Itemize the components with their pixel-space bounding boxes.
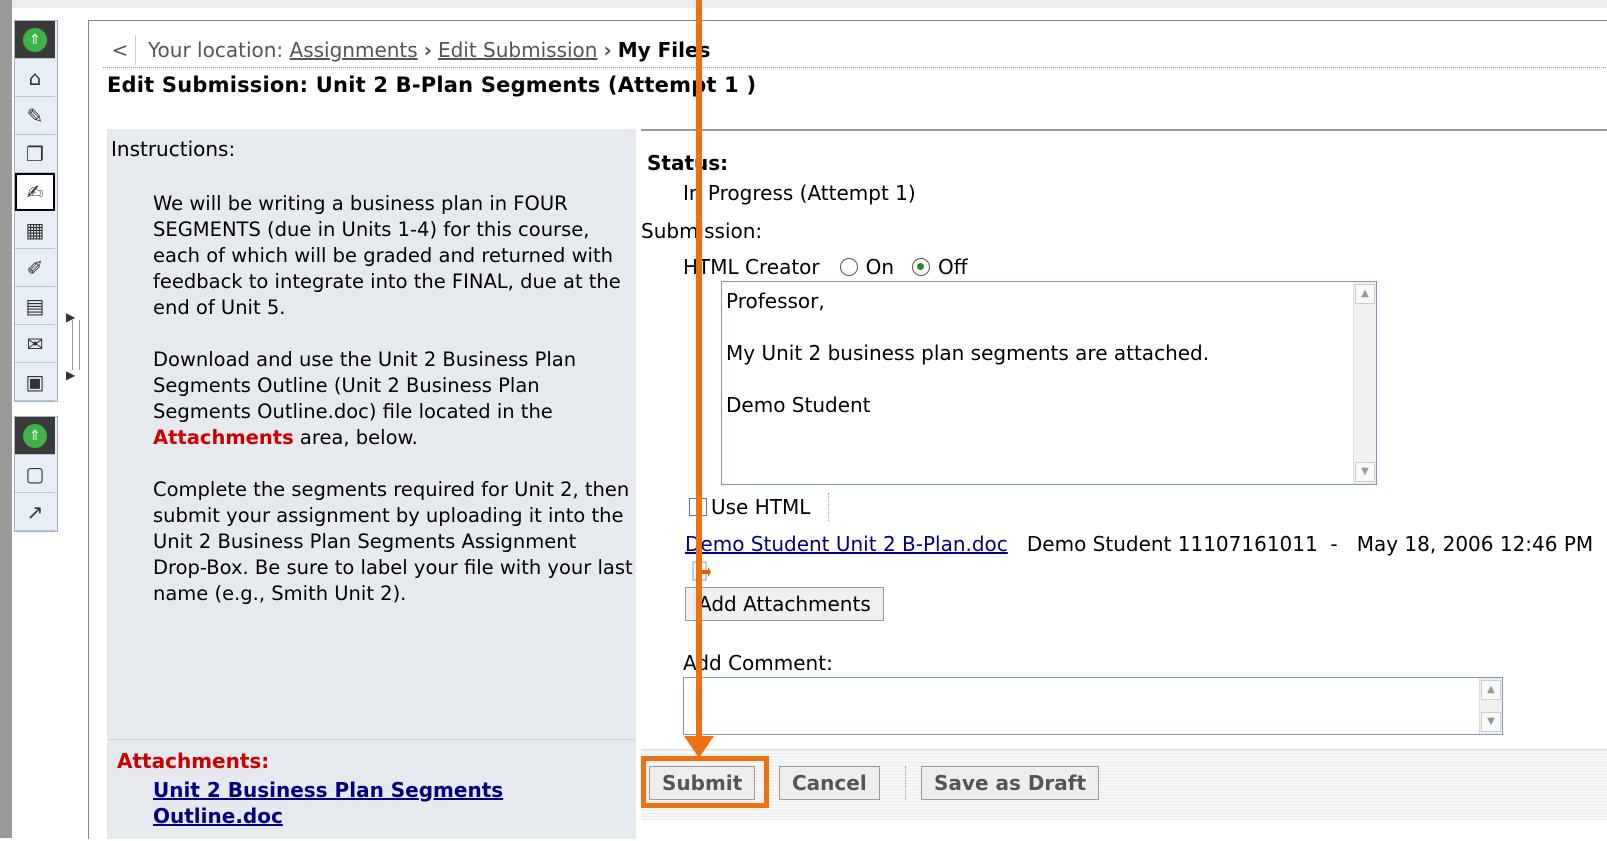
toolbar-splitter[interactable]: [72, 320, 80, 370]
breadcrumb: < Your location: Assignments › Edit Subm…: [105, 35, 710, 65]
breadcrumb-separator: ›: [603, 38, 612, 62]
submission-line: Demo Student: [726, 393, 871, 417]
vertical-scrollbar[interactable]: ▲ ▼: [1353, 282, 1376, 484]
page-title: Edit Submission: Unit 2 B-Plan Segments …: [107, 73, 757, 97]
add-comment-label: Add Comment:: [683, 651, 833, 675]
instructions-paragraph-3: Complete the segments required for Unit …: [153, 478, 633, 605]
html-creator-label: HTML Creator: [683, 255, 820, 279]
on-label: On: [865, 255, 895, 279]
instructions-text-part: area, below.: [293, 426, 418, 449]
save-as-draft-button[interactable]: Save as Draft: [921, 766, 1100, 800]
submission-text: Professor, My Unit 2 business plan segme…: [726, 288, 1209, 418]
scroll-down-icon[interactable]: ▼: [1481, 712, 1501, 732]
submission-line: My Unit 2 business plan segments are att…: [726, 341, 1210, 365]
html-creator-off-radio[interactable]: [912, 258, 931, 276]
attached-file-row: Demo Student Unit 2 B-Plan.doc Demo Stud…: [685, 531, 1605, 583]
attachment-outline-link[interactable]: Unit 2 Business Plan Segments Outline.do…: [153, 777, 573, 829]
instructions-paragraph-2: Download and use the Unit 2 Business Pla…: [153, 347, 633, 451]
scroll-up-icon[interactable]: ▲: [1481, 680, 1501, 700]
assignments-icon[interactable]: ✍: [15, 173, 55, 211]
status-label: Status:: [647, 151, 729, 175]
use-html-label: Use HTML: [711, 495, 811, 519]
main-panel: < Your location: Assignments › Edit Subm…: [88, 20, 1607, 839]
breadcrumb-prefix: Your location:: [148, 38, 284, 62]
use-html-option: Use HTML: [689, 493, 830, 521]
status-value: In Progress (Attempt 1): [683, 181, 916, 205]
submission-line: [726, 366, 1209, 392]
profile-icon[interactable]: ▣: [15, 363, 55, 401]
add-mail-icon[interactable]: ✉: [15, 325, 55, 363]
divider: [103, 67, 1607, 68]
attached-file-link[interactable]: Demo Student Unit 2 B-Plan.doc: [685, 532, 1008, 556]
html-creator-on-radio[interactable]: [839, 258, 858, 276]
window-left-frame: [0, 0, 12, 838]
instructions-text: We will be writing a business plan in FO…: [153, 191, 633, 633]
pin-icon[interactable]: ✐: [15, 249, 55, 287]
annotation-arrow: [696, 0, 702, 740]
collapse-icon[interactable]: ⇑: [15, 21, 55, 59]
documents-icon[interactable]: ▤: [15, 287, 55, 325]
back-arrow-icon[interactable]: <: [105, 35, 136, 65]
instructions-text-part: Download and use the Unit 2 Business Pla…: [153, 348, 577, 423]
breadcrumb-separator: ›: [423, 38, 432, 62]
attachments-reference: Attachments: [153, 426, 294, 449]
action-bar: Submit Cancel Save as Draft: [641, 749, 1607, 820]
scroll-down-icon[interactable]: ▼: [1355, 462, 1375, 482]
announcements-icon[interactable]: ✎: [15, 97, 55, 135]
submission-form: Status: In Progress (Attempt 1) Submissi…: [641, 129, 1607, 841]
submission-line: Professor,: [726, 289, 825, 313]
breadcrumb-edit-submission-link[interactable]: Edit Submission: [438, 38, 598, 62]
cancel-button[interactable]: Cancel: [779, 766, 880, 800]
instructions-label: Instructions:: [111, 137, 236, 161]
instructions-panel: Instructions: We will be writing a busin…: [107, 129, 636, 839]
lessons-icon[interactable]: ❐: [15, 135, 55, 173]
comment-textarea[interactable]: ▲ ▼: [683, 677, 1503, 735]
off-label: Off: [938, 255, 968, 279]
divider: [905, 766, 906, 800]
divider: [107, 739, 636, 740]
vertical-scrollbar[interactable]: ▲ ▼: [1479, 678, 1502, 734]
submit-highlight-box: [641, 756, 769, 808]
annotation-arrow-head: [684, 736, 714, 758]
course-tools-toolbar: ⇑ ⌂ ✎ ❐ ✍ ▦ ✐ ▤ ✉ ▣ ⇑ ▢ ↗: [12, 20, 60, 540]
submission-line: [726, 314, 1209, 340]
tools-group-2: ⇑ ▢ ↗: [14, 416, 58, 532]
breadcrumb-assignments-link[interactable]: Assignments: [290, 38, 418, 62]
divider: [828, 493, 830, 521]
add-attachments-button[interactable]: Add Attachments: [685, 587, 884, 621]
calendar-icon[interactable]: ▦: [15, 211, 55, 249]
attachments-label: Attachments:: [117, 749, 270, 773]
locker-icon[interactable]: ▢: [15, 455, 55, 493]
window-top-frame: [0, 0, 1607, 8]
tools-group-1: ⇑ ⌂ ✎ ❐ ✍ ▦ ✐ ▤ ✉ ▣: [14, 20, 58, 402]
html-creator-toggle: HTML Creator On Off: [683, 255, 968, 279]
attached-file-meta: Demo Student 11107161011 - May 18, 2006 …: [1026, 532, 1594, 556]
instructions-paragraph-1: We will be writing a business plan in FO…: [153, 192, 621, 319]
expand-arrow-icon[interactable]: ▶: [66, 368, 75, 382]
home-icon[interactable]: ⌂: [15, 59, 55, 97]
collapse-icon[interactable]: ⇑: [15, 417, 55, 455]
grades-icon[interactable]: ↗: [15, 493, 55, 531]
submission-textarea[interactable]: Professor, My Unit 2 business plan segme…: [721, 281, 1377, 485]
scroll-up-icon[interactable]: ▲: [1355, 284, 1375, 304]
